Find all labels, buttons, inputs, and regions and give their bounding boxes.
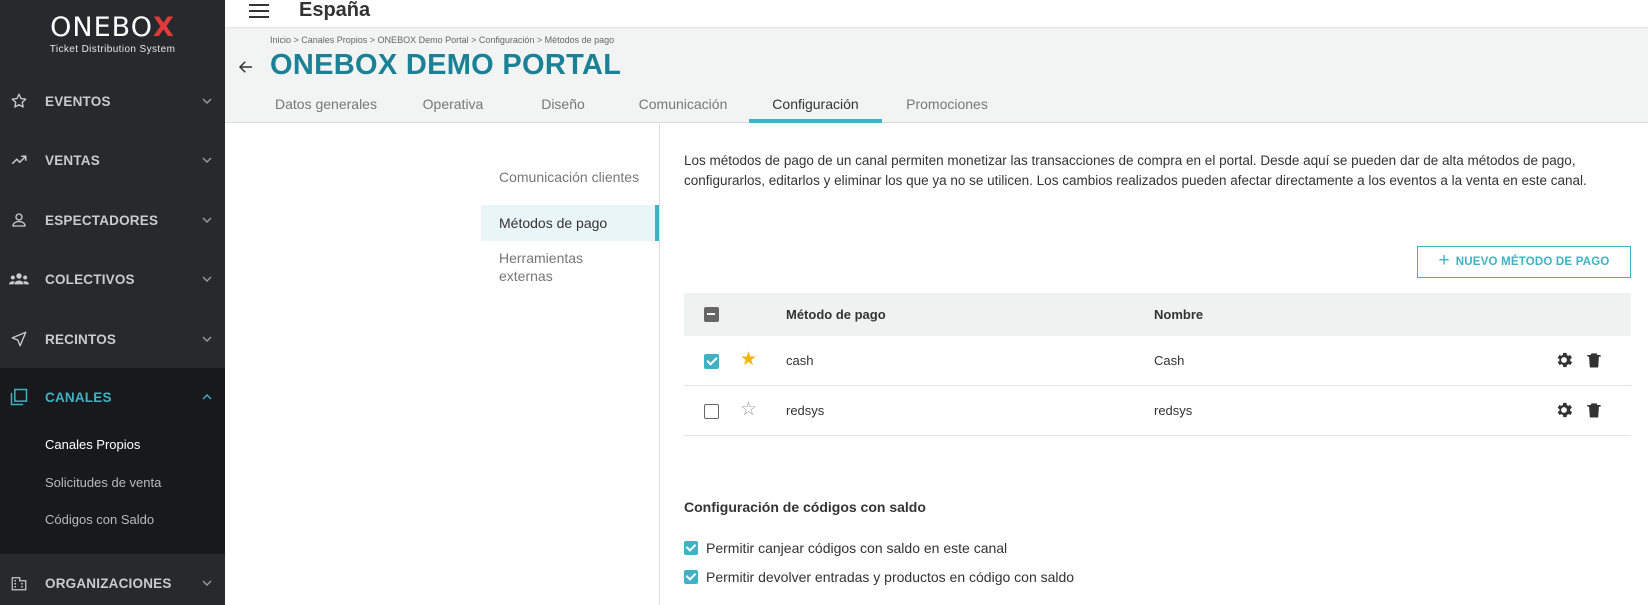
chevron-down-icon [202,217,212,223]
sidebar-item-espectadores[interactable]: ESPECTADORES [0,200,225,240]
new-payment-method-button[interactable]: + NUEVO MÉTODO DE PAGO [1417,246,1631,278]
subnav-item-codigos[interactable]: Códigos con Saldo [45,512,154,527]
sidebar-item-canales[interactable]: CANALES [0,368,225,426]
chevron-down-icon [202,157,212,163]
onebox-logo[interactable]: ONEBOX Ticket Distribution System [0,0,225,62]
tab-datos-generales[interactable]: Datos generales [270,96,382,123]
submenu-herramientas-externas[interactable]: Herramientas externas [481,249,631,285]
new-payment-method-label: NUEVO MÉTODO DE PAGO [1455,256,1610,268]
trash-icon[interactable] [1584,400,1604,420]
chevron-down-icon [202,276,212,282]
sidebar-item-colectivos[interactable]: COLECTIVOS [0,259,225,299]
person-icon [9,210,29,230]
sidebar-item-label: ORGANIZACIONES [45,575,172,591]
menu-icon[interactable] [249,4,269,20]
row-checkbox[interactable] [704,354,719,369]
sidebar-item-recintos[interactable]: RECINTOS [0,319,225,359]
sidebar-item-label: ESPECTADORES [45,212,159,228]
cell-name: Cash [1154,353,1185,368]
sidebar-item-label: CANALES [45,389,112,405]
sidebar-item-label: EVENTOS [45,93,111,109]
page-header: Inicio > Canales Propios > ONEBOX Demo P… [225,28,1648,123]
column-header-name: Nombre [1154,307,1204,322]
chevron-up-icon [202,394,212,400]
cell-name: redsys [1154,403,1193,418]
star-filled-icon[interactable]: ★ [740,350,757,369]
payment-methods-table: Método de pago Nombre ★ cash Cash ☆ reds… [684,293,1631,436]
group-icon [9,269,29,289]
sidebar-item-ventas[interactable]: VENTAS [0,140,225,180]
page-title: ONEBOX DEMO PORTAL [270,49,622,81]
trash-icon[interactable] [1584,350,1604,370]
sidebar-subnav: Canales Propios Solicitudes de venta Cód… [0,426,225,554]
table-header: Método de pago Nombre [684,293,1631,336]
chevron-down-icon [202,98,212,104]
top-header: España [225,0,1648,28]
table-row: ★ cash Cash [684,336,1631,386]
row-checkbox[interactable] [704,404,719,419]
logo-x-mark: X [152,11,175,43]
logo-tagline: Ticket Distribution System [49,43,176,55]
tab-comunicacion[interactable]: Comunicación [635,96,731,123]
subnav-item-solicitudes[interactable]: Solicitudes de venta [45,475,161,490]
sidebar: ONEBOX Ticket Distribution System EVENTO… [0,0,225,605]
trending-up-icon [9,150,29,170]
cell-method: redsys [786,403,825,418]
subnav-item-canales-propios[interactable]: Canales Propios [45,437,140,452]
intro-text: Los métodos de pago de un canal permiten… [684,153,1587,188]
option-label: Permitir canjear códigos con saldo en es… [706,540,1008,556]
back-arrow-icon[interactable] [237,58,255,76]
chevron-down-icon [202,580,212,586]
sidebar-item-eventos[interactable]: EVENTOS [0,81,225,121]
logo-wordmark: ONEBO [50,11,153,43]
gear-icon[interactable] [1554,350,1574,370]
tab-diseno[interactable]: Diseño [537,96,589,123]
submenu-comunicacion-clientes[interactable]: Comunicación clientes [481,168,659,186]
tab-configuracion[interactable]: Configuración [749,96,882,123]
tab-promociones[interactable]: Promociones [902,96,992,123]
copy-icon [9,387,29,407]
sidebar-item-label: RECINTOS [45,331,117,347]
table-row: ☆ redsys redsys [684,386,1631,436]
submenu-metodos-pago[interactable]: Métodos de pago [481,205,659,241]
option-checkbox[interactable] [684,570,698,584]
submenu-divider [659,124,660,605]
cell-method: cash [786,353,814,368]
sidebar-item-organizaciones[interactable]: ORGANIZACIONES [0,563,225,603]
plus-icon: + [1438,250,1450,271]
column-header-method: Método de pago [786,307,886,322]
star-icon [9,91,29,111]
sidebar-item-label: VENTAS [45,152,100,168]
balance-section-title: Configuración de códigos con saldo [684,499,926,515]
navigation-icon [9,329,29,349]
chevron-down-icon [202,336,212,342]
option-label: Permitir devolver entradas y productos e… [706,569,1075,585]
option-return-balance[interactable]: Permitir devolver entradas y productos e… [684,569,1074,585]
breadcrumb[interactable]: Inicio > Canales Propios > ONEBOX Demo P… [270,35,614,45]
star-outline-icon[interactable]: ☆ [740,400,757,419]
sidebar-item-label: COLECTIVOS [45,271,135,287]
select-all-checkbox[interactable] [704,307,719,322]
gear-icon[interactable] [1554,400,1574,420]
option-redeem-balance[interactable]: Permitir canjear códigos con saldo en es… [684,540,1007,556]
option-checkbox[interactable] [684,541,698,555]
tab-operativa[interactable]: Operativa [419,96,487,123]
building-icon [9,573,29,593]
region-title: España [299,0,371,21]
